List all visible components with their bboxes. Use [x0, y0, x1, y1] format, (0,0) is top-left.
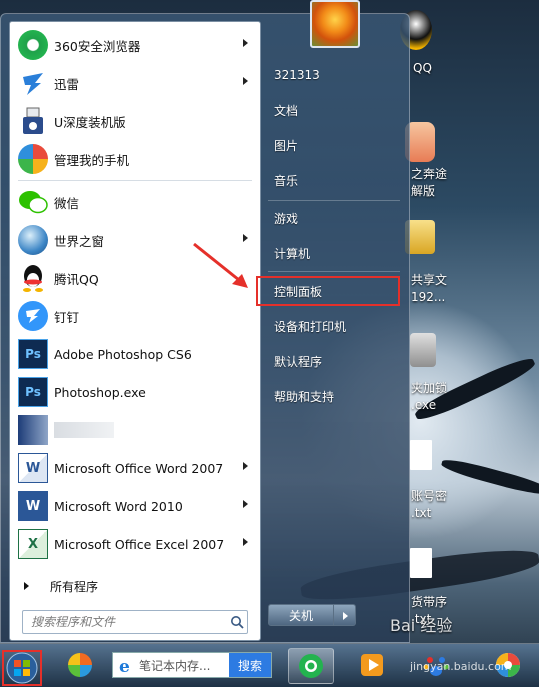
right-item-music[interactable]: 音乐 [270, 165, 398, 195]
svg-text:e: e [119, 657, 130, 675]
search-icon[interactable] [230, 615, 244, 629]
desktop-icon-label[interactable]: .exe [411, 397, 436, 414]
program-item-blurred[interactable] [10, 411, 260, 449]
all-programs-arrow-icon [24, 582, 29, 590]
menu-separator [268, 200, 400, 201]
xunlei-icon [18, 68, 48, 98]
pinwheel-app-icon [68, 653, 92, 677]
right-item-devices-printers[interactable]: 设备和打印机 [270, 311, 398, 341]
program-label: 腾讯QQ [54, 271, 99, 287]
annotation-arrow-icon [193, 242, 248, 288]
program-label: 微信 [54, 195, 80, 211]
photoshop-icon: Ps [18, 377, 48, 407]
theworld-browser-icon [18, 225, 48, 255]
program-label: Microsoft Office Excel 2007 [54, 536, 225, 552]
wechat-icon [18, 187, 48, 217]
taskbar-app-media-player[interactable] [354, 648, 400, 684]
program-label: 世界之窗 [54, 233, 105, 249]
right-item-pictures[interactable]: 图片 [270, 130, 398, 160]
program-item-udeep[interactable]: U深度装机版 [10, 102, 260, 140]
program-label: Adobe Photoshop CS6 [54, 346, 192, 362]
right-item-computer[interactable]: 计算机 [270, 238, 398, 268]
word-icon: W [18, 491, 48, 521]
desktop-icon-label[interactable]: QQ [413, 60, 432, 77]
program-item-360-browser[interactable]: 360安全浏览器 [10, 26, 260, 64]
submenu-arrow-icon [243, 538, 248, 546]
blurred-app-icon [18, 415, 48, 445]
submenu-arrow-icon [243, 77, 248, 85]
word-icon: W [18, 453, 48, 483]
submenu-arrow-icon [243, 462, 248, 470]
program-item-dingtalk[interactable]: 钉钉 [10, 297, 260, 335]
program-label: 360安全浏览器 [54, 38, 141, 54]
program-label: U深度装机版 [54, 114, 126, 130]
all-programs-button[interactable]: 所有程序 [10, 573, 260, 599]
program-item-word-2007[interactable]: W Microsoft Office Word 2007 [10, 449, 260, 487]
phone-manager-icon [18, 144, 48, 174]
submenu-arrow-icon [243, 39, 248, 47]
program-label [54, 422, 114, 438]
program-item-word-2010[interactable]: W Microsoft Word 2010 [10, 487, 260, 525]
menu-separator [268, 271, 400, 272]
program-item-photoshop-cs6[interactable]: Ps Adobe Photoshop CS6 [10, 335, 260, 373]
lock-folder-icon[interactable] [410, 333, 436, 367]
program-item-excel-2007[interactable]: X Microsoft Office Excel 2007 [10, 525, 260, 563]
desktop-icon-label[interactable]: 夹加锁 [411, 380, 447, 397]
right-item-documents[interactable]: 文档 [270, 95, 398, 125]
program-item-phone-manager[interactable]: 管理我的手机 [10, 140, 260, 178]
taskbar-app-pinwheel[interactable] [62, 648, 108, 684]
media-player-icon [361, 654, 383, 676]
baidu-jingyan-watermark: Bai 经验 [390, 616, 453, 635]
user-account-picture[interactable] [310, 0, 360, 48]
all-programs-label: 所有程序 [50, 579, 99, 594]
right-item-games[interactable]: 游戏 [270, 203, 398, 233]
program-label: Photoshop.exe [54, 384, 146, 400]
menu-separator [18, 180, 252, 181]
desktop-icon-label[interactable]: 之奔途 [411, 166, 447, 183]
chevron-right-icon [343, 612, 348, 620]
taskbar-search-text: 笔记本内存... [139, 658, 211, 673]
start-search-input[interactable] [22, 610, 248, 634]
360-browser-icon [299, 654, 323, 678]
control-panel-highlight [256, 276, 400, 306]
desktop-icon-label[interactable]: 货带序 [411, 594, 447, 611]
baidu-jingyan-url: jingyan.baidu.com [410, 660, 512, 673]
taskbar-search-box[interactable]: e 笔记本内存... 搜索 [112, 652, 272, 678]
right-item-default-programs[interactable]: 默认程序 [270, 346, 398, 376]
ie-icon: e [119, 657, 130, 675]
text-file-icon[interactable] [410, 440, 432, 470]
desktop-icon-label[interactable]: 192... [411, 289, 445, 306]
program-item-xunlei[interactable]: 迅雷 [10, 64, 260, 102]
photoshop-icon: Ps [18, 339, 48, 369]
text-file-icon[interactable] [410, 548, 432, 578]
right-item-help-support[interactable]: 帮助和支持 [270, 381, 398, 411]
submenu-arrow-icon [243, 500, 248, 508]
start-menu-programs-pane: 360安全浏览器 迅雷 U深度装机版 管理我的手机 微信 世界之窗 腾讯QQ 钉… [9, 21, 261, 641]
start-button[interactable] [2, 650, 42, 686]
taskbar-app-360-browser[interactable] [288, 648, 334, 684]
program-label: Microsoft Word 2010 [54, 498, 183, 514]
program-label: 迅雷 [54, 76, 80, 92]
right-item-user[interactable]: 321313 [270, 60, 398, 90]
shutdown-options-button[interactable] [334, 604, 356, 626]
dingtalk-icon [18, 301, 48, 331]
desktop-icon-label[interactable]: 共享文 [411, 272, 447, 289]
qq-icon [18, 263, 48, 293]
program-label: Microsoft Office Word 2007 [54, 460, 224, 476]
usb-install-icon [18, 106, 48, 136]
desktop-icon-label[interactable]: 解版 [411, 183, 435, 200]
desktop-icon-label[interactable]: 账号密 [411, 488, 447, 505]
windows-logo-icon [6, 652, 38, 684]
program-label: 钉钉 [54, 309, 80, 325]
360-browser-icon [18, 30, 48, 60]
shutdown-button[interactable]: 关机 [268, 604, 334, 626]
excel-icon: X [18, 529, 48, 559]
program-item-photoshop-exe[interactable]: Ps Photoshop.exe [10, 373, 260, 411]
desktop-icon-label[interactable]: .txt [411, 505, 431, 522]
program-label: 管理我的手机 [54, 152, 130, 168]
taskbar-search-button[interactable]: 搜索 [229, 653, 271, 677]
program-item-wechat[interactable]: 微信 [10, 183, 260, 221]
